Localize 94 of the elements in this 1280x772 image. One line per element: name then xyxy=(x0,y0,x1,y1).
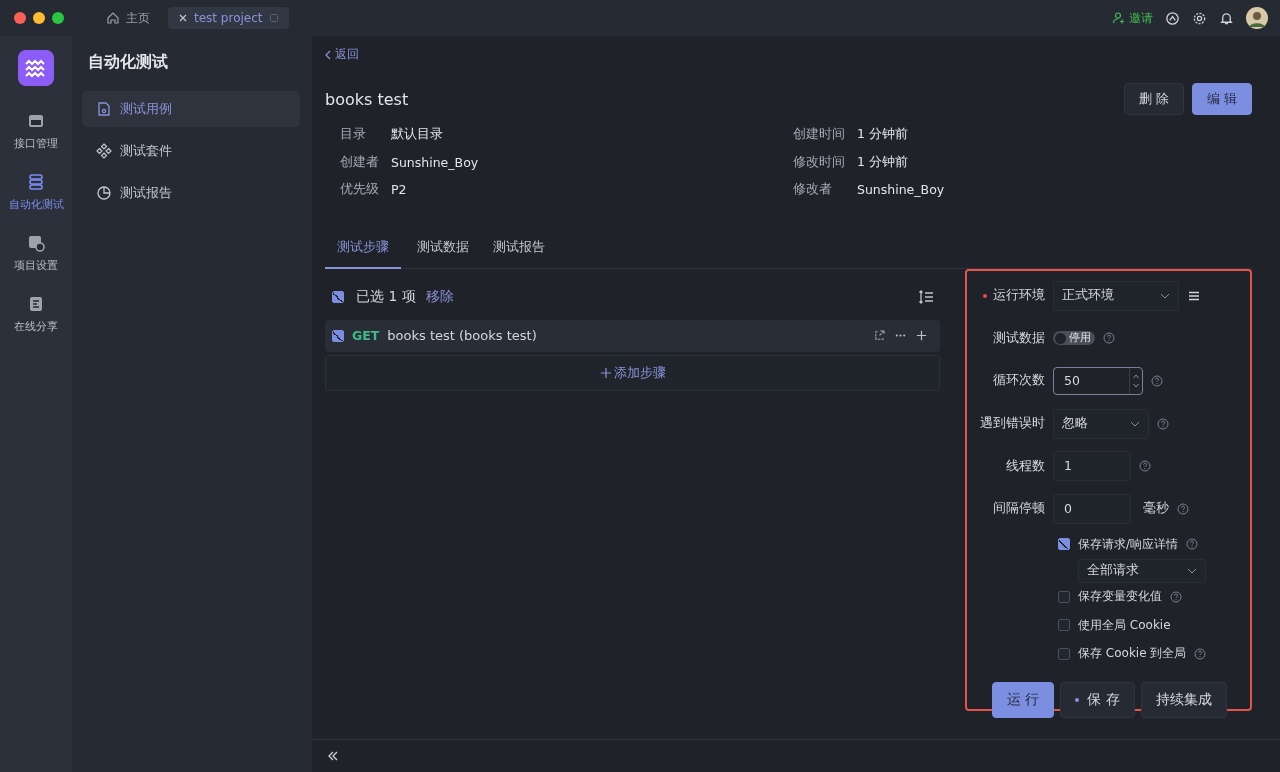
field-value: Sunshine_Boy xyxy=(391,154,479,170)
sidebar-item[interactable]: 测试用例 xyxy=(82,91,300,127)
avatar[interactable] xyxy=(1246,7,1268,29)
field-label: 创建者 xyxy=(340,153,380,171)
field-label: 测试数据 xyxy=(992,329,1045,347)
field-label: 运行环境 xyxy=(967,287,1045,305)
stack-icon xyxy=(27,173,45,191)
edit-button[interactable]: 编 辑 xyxy=(1191,83,1252,115)
unit-label: 毫秒 xyxy=(1143,500,1169,518)
invite-button[interactable]: 邀请 xyxy=(1112,9,1153,27)
window-tab[interactable]: test project xyxy=(168,7,289,29)
input-field[interactable]: 0 xyxy=(1053,493,1131,524)
case-title: books test xyxy=(325,89,409,109)
app-logo xyxy=(18,50,54,86)
error-action-select[interactable]: 忽略 xyxy=(1053,408,1149,439)
method-label: GET xyxy=(352,328,380,343)
minimize-window-button[interactable] xyxy=(33,12,45,24)
help-icon xyxy=(1103,332,1115,345)
chevron-down-icon xyxy=(1187,567,1197,574)
bell-icon[interactable] xyxy=(1219,10,1234,26)
chevron-down-icon xyxy=(1160,292,1170,299)
nav-item[interactable]: 在线分享 xyxy=(14,295,58,334)
pie-chart-icon xyxy=(96,185,112,201)
sidebar-item[interactable]: 测试套件 xyxy=(82,133,300,169)
remove-link[interactable]: 移除 xyxy=(425,287,454,306)
step-name: books test (books test) xyxy=(387,328,537,343)
save-button[interactable]: 保 存 xyxy=(1060,682,1135,719)
close-window-button[interactable] xyxy=(14,12,26,24)
add-user-icon xyxy=(1112,11,1126,25)
link-icon[interactable] xyxy=(873,329,886,342)
checkbox[interactable] xyxy=(1058,647,1070,660)
collapse-icon[interactable] xyxy=(327,750,339,762)
maximize-window-button[interactable] xyxy=(52,12,64,24)
help-icon xyxy=(1177,502,1189,515)
field-label: 遇到错误时 xyxy=(979,415,1045,433)
back-link[interactable]: 返回 xyxy=(325,46,359,63)
environment-select[interactable]: 正式环境 xyxy=(1053,280,1179,311)
document-icon xyxy=(27,295,45,313)
ci-button[interactable]: 持续集成 xyxy=(1140,682,1227,719)
nav-item[interactable]: 接口管理 xyxy=(14,112,58,151)
field-value: 默认目录 xyxy=(391,126,443,144)
plus-icon[interactable] xyxy=(915,329,928,342)
field-value: P2 xyxy=(391,182,407,198)
tab[interactable]: 测试数据 xyxy=(405,229,481,268)
home-icon xyxy=(106,11,120,25)
step-checkbox[interactable] xyxy=(332,329,344,342)
diamonds-icon xyxy=(96,143,112,159)
field-label: 循环次数 xyxy=(992,372,1045,390)
sidebar-title: 自动化测试 xyxy=(87,51,169,73)
sort-icon[interactable] xyxy=(918,288,934,305)
toggle-switch[interactable]: 停用 xyxy=(1053,331,1095,346)
checkbox-label: 保存变量变化值 xyxy=(1078,588,1162,606)
help-icon xyxy=(1139,460,1151,473)
help-icon xyxy=(1151,375,1163,387)
field-label: 目录 xyxy=(340,126,367,144)
checkbox-label: 保存 Cookie 到全局 xyxy=(1078,645,1187,663)
field-label: 线程数 xyxy=(1005,457,1045,475)
field-label: 修改者 xyxy=(793,181,833,199)
add-step-button[interactable]: 添加步骤 xyxy=(325,354,940,391)
close-icon[interactable] xyxy=(178,13,188,23)
chevron-down-icon xyxy=(1130,420,1140,427)
field-value: 1 分钟前 xyxy=(857,126,908,144)
help-icon xyxy=(1157,417,1169,430)
request-scope-select[interactable]: 全部请求 xyxy=(1078,558,1206,583)
settings-icon[interactable] xyxy=(1192,10,1207,26)
checkbox-label: 保存请求/响应详情 xyxy=(1078,535,1179,553)
field-label: 创建时间 xyxy=(793,126,846,144)
input-field[interactable]: 1 xyxy=(1053,451,1131,482)
chevron-left-icon xyxy=(325,49,331,60)
checkbox[interactable] xyxy=(1058,590,1070,603)
nav-item[interactable]: 项目设置 xyxy=(14,234,58,273)
window-tab[interactable]: 主页 xyxy=(96,5,160,31)
sidebar-item[interactable]: 测试报告 xyxy=(82,175,300,211)
run-button[interactable]: 运 行 xyxy=(992,682,1055,719)
checkbox[interactable] xyxy=(1058,619,1070,632)
field-label: 修改时间 xyxy=(793,153,846,171)
tab[interactable]: 测试步骤 xyxy=(325,229,401,269)
field-value: 1 分钟前 xyxy=(857,153,908,171)
checkbox[interactable] xyxy=(1058,538,1070,551)
checkbox-label: 使用全局 Cookie xyxy=(1078,616,1171,634)
plus-icon xyxy=(599,366,612,379)
select-all-checkbox[interactable] xyxy=(332,290,344,303)
field-label: 间隔停顿 xyxy=(992,500,1045,518)
step-row[interactable]: GET books test (books test) xyxy=(325,319,940,352)
selection-count: 已选 1 项 xyxy=(356,287,416,306)
field-label: 优先级 xyxy=(340,181,380,199)
field-value: Sunshine_Boy xyxy=(857,182,945,198)
file-icon xyxy=(96,101,112,117)
tab[interactable]: 测试报告 xyxy=(481,229,557,268)
number-field[interactable]: 50 xyxy=(1053,367,1143,395)
gear-icon xyxy=(27,234,45,252)
calendar-icon xyxy=(27,112,45,130)
nav-item[interactable]: 自动化测试 xyxy=(8,173,64,212)
delete-button[interactable]: 删 除 xyxy=(1123,83,1184,115)
